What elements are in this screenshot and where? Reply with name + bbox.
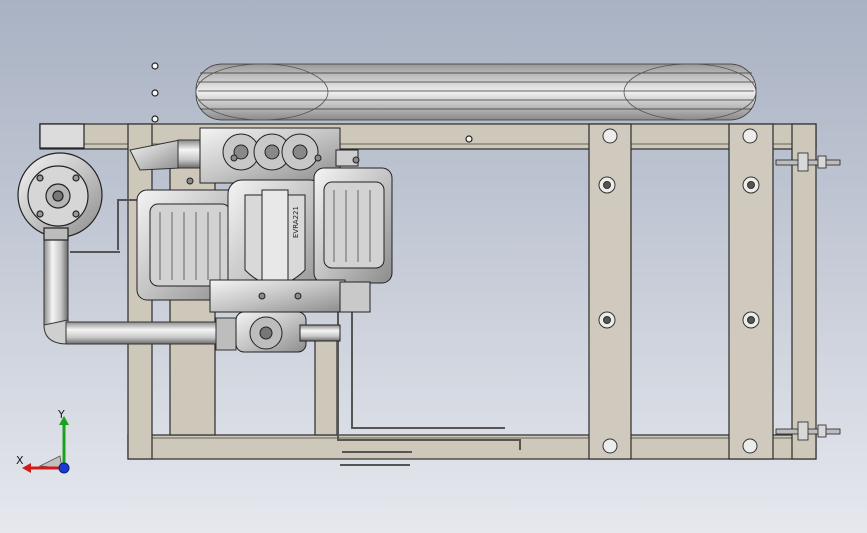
z-axis-arrow [38, 455, 63, 469]
cad-graphics-viewport[interactable]: EVRA221 X Y [0, 0, 867, 533]
orientation-triad: X Y [16, 410, 70, 474]
frame-right-post [791, 123, 817, 460]
x-axis-label: X [16, 454, 24, 467]
compressor-stamp-text: EVRA221 [292, 206, 300, 238]
support-plate-right [728, 123, 774, 460]
y-axis-label: Y [57, 410, 65, 421]
compressor-assembly-model[interactable]: EVRA221 [0, 0, 867, 533]
support-plate-left [588, 123, 632, 460]
drive-belts [195, 63, 757, 121]
